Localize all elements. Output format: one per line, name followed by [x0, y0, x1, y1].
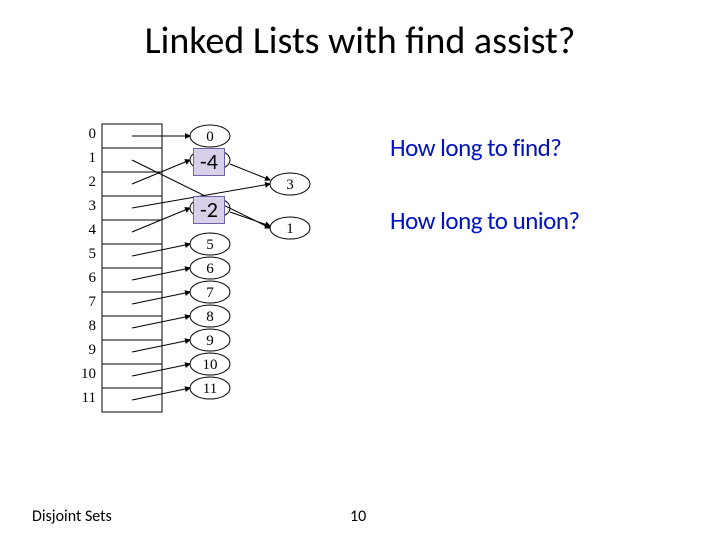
index-label: 0 [89, 126, 97, 142]
node: 7 [206, 285, 214, 301]
index-label: 3 [89, 198, 97, 214]
index-label: 11 [82, 390, 96, 406]
questions: How long to find? How long to union? [390, 132, 580, 278]
question-union: How long to union? [390, 205, 580, 236]
page-number: 10 [350, 507, 366, 526]
node: 3 [286, 177, 294, 193]
index-label: 9 [89, 342, 97, 358]
node: 5 [206, 237, 214, 253]
node: 11 [203, 381, 217, 397]
node: 6 [206, 261, 214, 277]
index-label: 6 [89, 270, 97, 286]
index-label: 7 [89, 294, 97, 310]
index-label: 4 [89, 222, 97, 238]
question-find: How long to find? [390, 132, 580, 163]
slide-title: Linked Lists with find assist? [0, 18, 720, 64]
node: 0 [206, 129, 214, 145]
node: 10 [203, 357, 218, 373]
node: 8 [206, 309, 214, 325]
index-label: 10 [81, 366, 96, 382]
index-label: 1 [89, 150, 97, 166]
overlay-neg4: -4 [193, 148, 225, 176]
footer-label: Disjoint Sets [32, 507, 112, 526]
overlay-neg2: -2 [193, 196, 225, 224]
node: 9 [206, 333, 214, 349]
index-label: 2 [89, 174, 97, 190]
index-label: 8 [89, 318, 97, 334]
index-label: 5 [89, 246, 97, 262]
node: 1 [286, 221, 294, 237]
